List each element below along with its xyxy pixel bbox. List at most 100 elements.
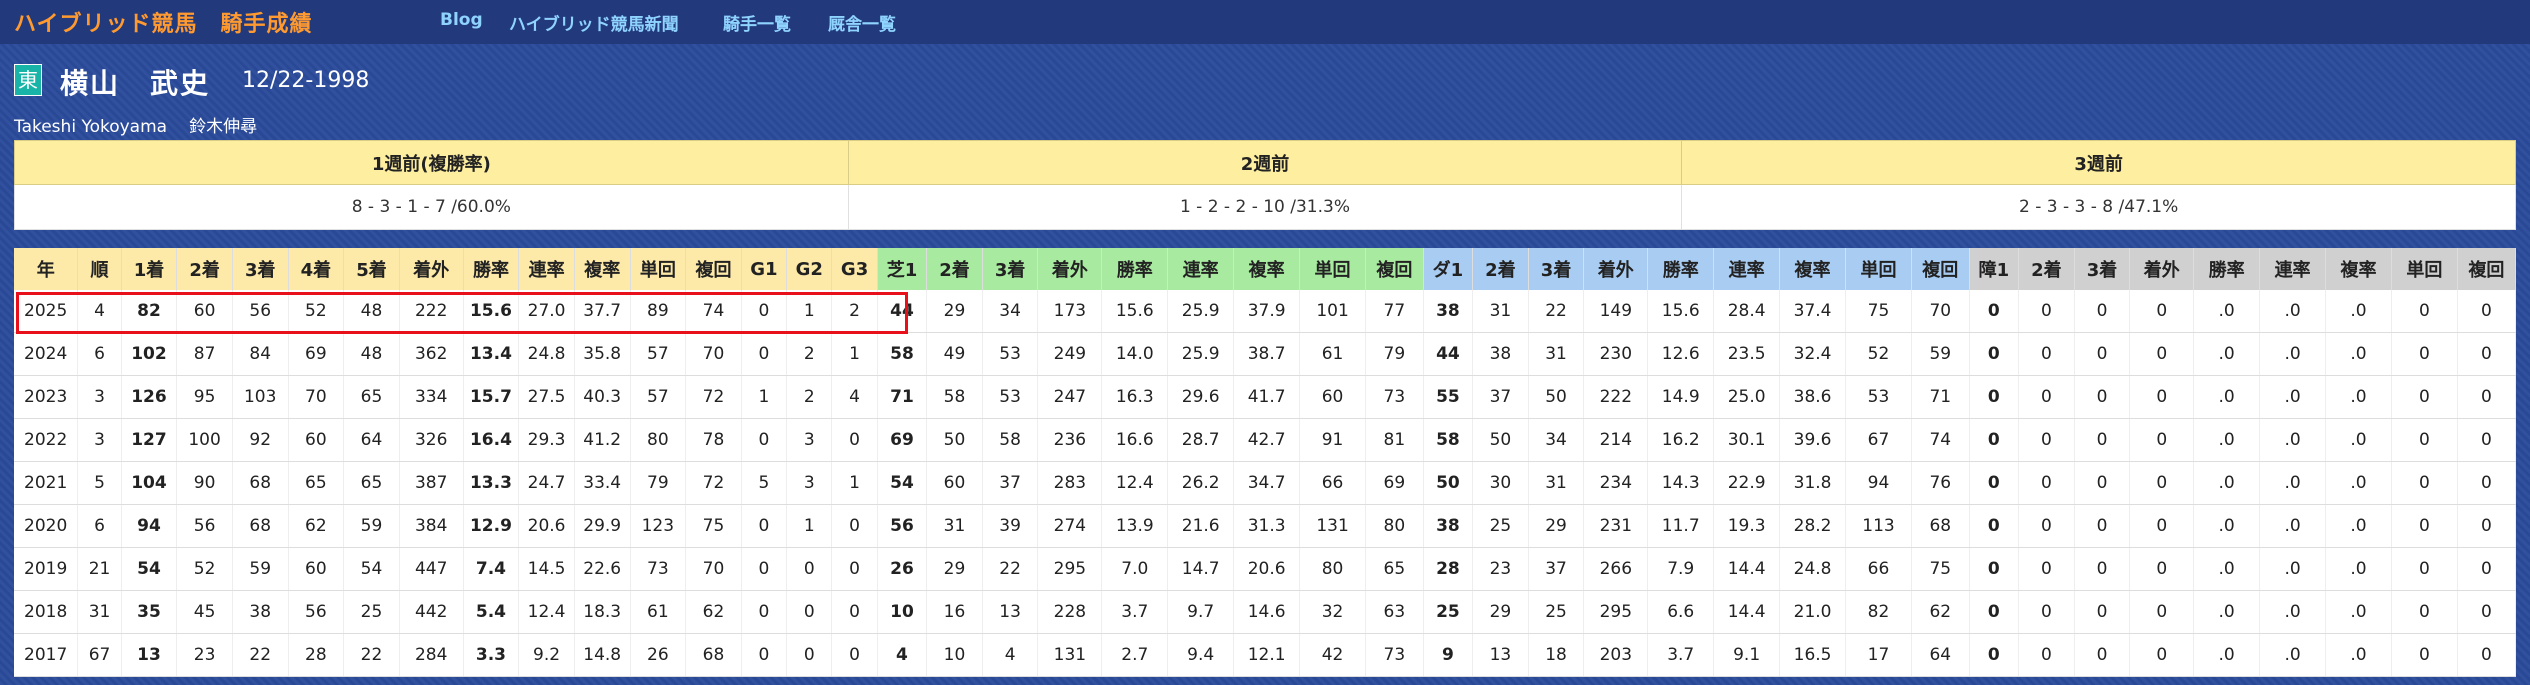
table-cell: .0 (2193, 504, 2261, 548)
table-cell: 12.4 (1101, 461, 1169, 505)
recent-weeks-table: 1週前(複勝率) 2週前 3週前 8 - 3 - 1 - 7 /60.0% 1 … (14, 140, 2516, 230)
nav-link-stable-list[interactable]: 厩舎一覧 (828, 10, 896, 35)
table-cell: 54 (343, 547, 400, 591)
table-cell: 13 (982, 590, 1039, 634)
table-cell: 35.8 (574, 332, 631, 376)
table-cell: 234 (1583, 461, 1649, 505)
table-cell: 15.6 (1101, 290, 1169, 333)
table-cell: .0 (2193, 547, 2261, 591)
table-cell: 4 (877, 633, 928, 677)
table-cell: 384 (399, 504, 464, 548)
table-cell: 29 (926, 290, 983, 333)
table-cell: 70 (288, 375, 345, 419)
table-cell: 7.4 (463, 547, 520, 591)
table-cell: 0 (2018, 547, 2075, 591)
table-cell: 0 (741, 332, 788, 376)
table-cell: 14.0 (1101, 332, 1169, 376)
table-cell: .0 (2325, 332, 2392, 376)
table-cell: .0 (2193, 375, 2261, 419)
table-cell: 13 (1472, 633, 1529, 677)
table-cell: 31 (1472, 290, 1529, 333)
table-cell: 32 (1299, 590, 1366, 634)
table-cell: 37 (1528, 547, 1585, 591)
table-cell: 59 (343, 504, 400, 548)
table-cell: 14.3 (1647, 461, 1715, 505)
table-cell: 53 (1845, 375, 1912, 419)
table-cell: 126 (121, 375, 178, 419)
table-cell: 0 (741, 633, 788, 677)
table-cell: .0 (2259, 547, 2327, 591)
jockey-romaji: Takeshi Yokoyama (14, 117, 168, 137)
table-row: 2022 3 127 100 92 60 64 326 16.4 29.3 41.2 80 78 0 3 0 6… (14, 418, 2517, 462)
table-cell: 54 (877, 461, 928, 505)
table-cell: 39.6 (1779, 418, 1847, 462)
table-cell: 34 (982, 290, 1039, 333)
table-cell: 0 (2129, 547, 2195, 591)
table-cell: .0 (2325, 290, 2392, 333)
table-cell: 1 (786, 290, 833, 333)
table-cell: 0 (741, 418, 788, 462)
table-cell: 0 (2391, 290, 2458, 333)
nav-link-blog[interactable]: Blog (440, 10, 483, 30)
table-cell: 3 (77, 375, 122, 419)
table-cell: 37.4 (1779, 290, 1847, 333)
table-cell: 69 (877, 418, 928, 462)
table-cell: 50 (1528, 375, 1585, 419)
table-cell: 32.4 (1779, 332, 1847, 376)
table-cell: 0 (2391, 547, 2458, 591)
table-cell: 58 (1423, 418, 1474, 462)
table-cell: 0 (786, 590, 833, 634)
table-cell: 48 (343, 290, 400, 333)
table-cell: 22 (1528, 290, 1585, 333)
col-header-5: 4着 (288, 248, 345, 290)
col-header-23: 単回 (1299, 248, 1366, 290)
table-cell: 0 (2457, 418, 2517, 462)
table-row: 2024 6 102 87 84 69 48 362 13.4 24.8 35.8 57 70 0 2 1 58… (14, 332, 2517, 376)
table-cell: 0 (2018, 590, 2075, 634)
table-cell: 295 (1583, 590, 1649, 634)
table-cell: 81 (1365, 418, 1424, 462)
table-cell: 66 (1299, 461, 1366, 505)
table-cell: 0 (2018, 633, 2075, 677)
table-cell: 266 (1583, 547, 1649, 591)
table-cell: 0 (2074, 418, 2131, 462)
table-cell: 2 (786, 332, 833, 376)
nav-link-newspaper[interactable]: ハイブリッド競馬新聞 (509, 10, 679, 35)
col-header-8: 勝率 (463, 248, 520, 290)
table-cell: 62 (288, 504, 345, 548)
col-header-4: 3着 (232, 248, 289, 290)
nav-link-jockey-list[interactable]: 騎手一覧 (723, 10, 791, 35)
table-cell: 70 (685, 547, 742, 591)
table-cell: 91 (1299, 418, 1366, 462)
table-cell: 222 (1583, 375, 1649, 419)
table-cell: 29 (926, 547, 983, 591)
table-cell: 0 (1969, 332, 2020, 376)
table-cell: 39 (982, 504, 1039, 548)
col-header-42: 複回 (2457, 248, 2517, 290)
table-cell: 26 (877, 547, 928, 591)
site-title[interactable]: ハイブリッド競馬 騎手成績 (14, 6, 313, 38)
table-cell: 61 (630, 590, 687, 634)
table-cell: 0 (2074, 590, 2131, 634)
week1-header: 1週前(複勝率) (14, 140, 849, 185)
table-cell: 77 (1365, 290, 1424, 333)
table-cell: 74 (685, 290, 742, 333)
table-cell: 45 (176, 590, 233, 634)
table-cell: 16.5 (1779, 633, 1847, 677)
table-cell: .0 (2259, 633, 2327, 677)
week2-header: 2週前 (847, 140, 1683, 185)
table-cell: 68 (232, 504, 289, 548)
table-cell: 103 (232, 375, 289, 419)
table-row: 2018 31 35 45 38 56 25 442 5.4 12.4 18.3 61 62 0 0 0 10 1… (14, 590, 2517, 634)
table-cell: 60 (176, 290, 233, 333)
table-cell: 25.9 (1167, 332, 1235, 376)
table-cell: 82 (1845, 590, 1912, 634)
table-cell: 20.6 (518, 504, 575, 548)
table-cell: 79 (630, 461, 687, 505)
table-cell: 2018 (14, 590, 79, 634)
table-cell: 49 (926, 332, 983, 376)
table-cell: 33.4 (574, 461, 631, 505)
table-cell: 14.7 (1167, 547, 1235, 591)
table-cell: 28 (288, 633, 345, 677)
table-cell: 28.2 (1779, 504, 1847, 548)
